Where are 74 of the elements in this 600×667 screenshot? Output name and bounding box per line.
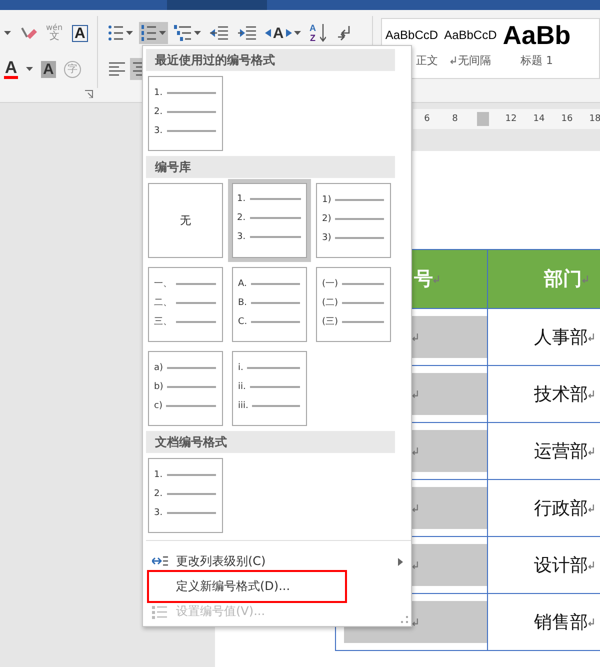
menu-item[interactable]: 定义新编号格式(D)...	[176, 578, 290, 595]
ruler-number: 12	[504, 114, 518, 124]
caret-icon[interactable]	[126, 31, 133, 35]
paragraph-mark-icon	[588, 560, 594, 570]
caret-icon[interactable]	[294, 31, 301, 35]
style-sample[interactable]: AaBbCcD	[385, 27, 438, 43]
caret-icon[interactable]	[194, 31, 201, 35]
left-arrow-icon	[264, 29, 271, 37]
style-name[interactable]: 无间隔	[458, 53, 492, 68]
paragraph-mark-icon	[412, 618, 419, 626]
numbering-format-tile[interactable]: i. ii. iii.	[232, 351, 307, 426]
paragraph-mark-icon	[588, 332, 594, 342]
paragraph-mark-icon	[450, 56, 456, 65]
ruler-number: 18	[588, 114, 600, 124]
section-header: 最近使用过的编号格式	[146, 49, 395, 71]
numbered-list-icon	[140, 23, 157, 43]
style-name[interactable]: 正文	[416, 53, 438, 68]
paragraph-mark-icon	[412, 446, 419, 456]
right-arrow-icon	[286, 29, 292, 37]
table-cell-text: 人事部	[534, 326, 588, 349]
dialog-launcher-icon[interactable]	[84, 90, 93, 98]
section-header: 文档编号格式	[146, 431, 395, 453]
numbering-format-tile[interactable]: A. B. C.	[232, 267, 307, 342]
menu-item[interactable]: 更改列表级别(C)	[176, 553, 266, 570]
numbering-format-tile[interactable]: 1) 2) 3)	[316, 183, 391, 258]
table-cell-text: 技术部	[534, 383, 588, 406]
numbering-format-tile[interactable]: 1. 2. 3.	[148, 458, 223, 533]
indent-marker[interactable]	[477, 112, 489, 126]
paragraph-mark-icon	[412, 504, 419, 512]
resize-grip-icon[interactable]	[401, 616, 408, 623]
sort-button[interactable]: A Z	[306, 22, 329, 44]
caret-icon[interactable]	[158, 31, 166, 35]
paragraph-mark-icon	[588, 390, 594, 398]
ruler-number: 6	[423, 114, 431, 124]
text-direction-button[interactable]: A	[262, 22, 303, 44]
multilevel-list-icon	[174, 23, 192, 43]
style-name[interactable]: 标题 1	[520, 53, 553, 68]
caret-icon[interactable]	[26, 67, 33, 71]
section-header: 编号库	[146, 156, 395, 178]
style-sample[interactable]: AaBbCcD	[444, 27, 497, 43]
paragraph-mark-icon	[588, 504, 594, 512]
down-arrow-icon	[320, 24, 326, 42]
paragraph-mark-icon	[588, 618, 594, 626]
character-border-button[interactable]: A	[72, 24, 88, 42]
numbering-format-tile[interactable]: a) b) c)	[148, 351, 223, 426]
numbering-format-tile[interactable]: 一、 二、 三、	[148, 267, 223, 342]
numbering-format-tile[interactable]: 无	[148, 183, 223, 258]
table-cell-text: 运营部	[534, 440, 588, 463]
paragraph-mark-icon	[412, 390, 419, 398]
caret-icon[interactable]	[4, 31, 11, 35]
numbering-format-tile[interactable]: 1. 2. 3.	[148, 76, 223, 151]
list-level-icon	[152, 556, 168, 568]
style-sample[interactable]: AaBb	[502, 27, 571, 43]
paragraph-mark-icon	[588, 446, 594, 456]
eraser-icon[interactable]	[20, 24, 37, 42]
multilevel-list-button[interactable]	[172, 22, 203, 44]
paragraph-mark-icon	[412, 332, 419, 342]
table-cell-text: 设计部	[534, 554, 588, 577]
table-cell-text: 销售部	[534, 611, 588, 634]
paragraph-mark-icon	[433, 274, 440, 284]
character-shading-button[interactable]: A	[41, 60, 56, 78]
table-header-cell: 部门	[488, 250, 600, 308]
ruler-number: 14	[532, 114, 546, 124]
ruler-number: 8	[451, 114, 459, 124]
paragraph-mark-icon	[412, 560, 419, 570]
paragraph-mark-icon	[582, 274, 588, 284]
numbering-format-tile[interactable]: 1. 2. 3.	[228, 179, 311, 262]
numbered-list-icon	[152, 604, 168, 618]
numbering-button[interactable]	[138, 22, 168, 44]
numbering-format-tile[interactable]: (一) (二) (三)	[316, 267, 391, 342]
ruler-number: 16	[560, 114, 574, 124]
table-cell-text: 行政部	[534, 497, 588, 520]
font-color-button[interactable]: A	[4, 59, 18, 79]
bulleted-list-icon	[108, 23, 124, 43]
